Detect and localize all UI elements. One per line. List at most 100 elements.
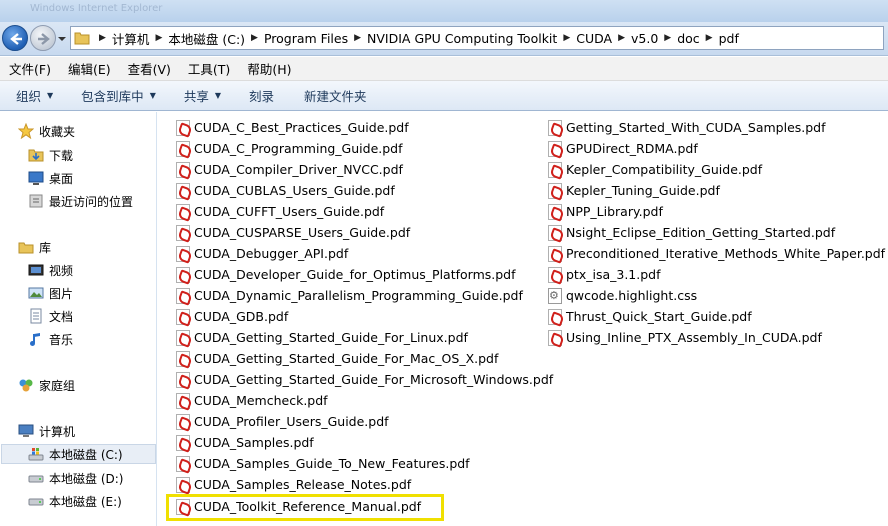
file-item[interactable]: CUDA_Developer_Guide_for_Optimus_Platfor… — [176, 264, 516, 285]
breadcrumb-doc[interactable]: doc — [677, 31, 699, 46]
sidebar-item-pictures[interactable]: 图片 — [28, 283, 148, 303]
file-item[interactable]: Thrust_Quick_Start_Guide.pdf — [548, 306, 752, 327]
file-item[interactable]: CUDA_C_Programming_Guide.pdf — [176, 138, 403, 159]
file-item[interactable]: CUDA_Samples_Release_Notes.pdf — [176, 474, 411, 495]
menu-tools[interactable]: 工具(T) — [179, 59, 238, 78]
burn-button[interactable]: 刻录 — [241, 86, 282, 105]
file-item[interactable]: CUDA_Samples.pdf — [176, 432, 314, 453]
new-folder-button[interactable]: 新建文件夹 — [296, 86, 375, 105]
chevron-right-icon[interactable]: ▶ — [245, 33, 264, 43]
chevron-right-icon[interactable]: ▶ — [93, 33, 112, 43]
file-item[interactable]: CUDA_Dynamic_Parallelism_Programming_Gui… — [176, 285, 523, 306]
file-item[interactable]: CUDA_Getting_Started_Guide_For_Mac_OS_X.… — [176, 348, 498, 369]
file-item[interactable]: CUDA_Debugger_API.pdf — [176, 243, 348, 264]
sidebar-item-favorites[interactable]: 收藏夹 — [17, 121, 148, 141]
chevron-right-icon[interactable]: ▶ — [700, 33, 719, 43]
menu-view[interactable]: 查看(V) — [119, 59, 179, 78]
file-name: CUDA_Getting_Started_Guide_For_Mac_OS_X.… — [194, 351, 499, 366]
chevron-right-icon[interactable]: ▶ — [658, 33, 677, 43]
file-item[interactable]: CUDA_Memcheck.pdf — [176, 390, 328, 411]
breadcrumb-program-files[interactable]: Program Files — [264, 31, 348, 46]
file-item[interactable]: NPP_Library.pdf — [548, 201, 663, 222]
chevron-right-icon[interactable]: ▶ — [149, 33, 168, 43]
pdf-file-icon — [548, 266, 562, 283]
sidebar-item-drive-d[interactable]: 本地磁盘 (D:) — [28, 468, 156, 488]
file-item[interactable]: CUDA_Getting_Started_Guide_For_Microsoft… — [176, 369, 553, 390]
file-item[interactable]: CUDA_CUFFT_Users_Guide.pdf — [176, 201, 384, 222]
pdf-file-icon — [176, 308, 190, 325]
back-button[interactable] — [2, 25, 28, 51]
file-name: CUDA_Getting_Started_Guide_For_Linux.pdf — [194, 330, 468, 345]
pdf-file-icon — [548, 308, 562, 325]
file-item[interactable]: Using_Inline_PTX_Assembly_In_CUDA.pdf — [548, 327, 822, 348]
window-title: Windows Internet Explorer — [30, 3, 163, 14]
chevron-right-icon[interactable]: ▶ — [557, 33, 576, 43]
file-item[interactable]: CUDA_CUSPARSE_Users_Guide.pdf — [176, 222, 410, 243]
include-in-library-button[interactable]: 包含到库中 ▼ — [73, 86, 164, 105]
organize-button[interactable]: 组织 ▼ — [8, 86, 61, 105]
file-name: CUDA_Debugger_API.pdf — [194, 246, 349, 261]
file-item[interactable]: CUDA_Samples_Guide_To_New_Features.pdf — [176, 453, 470, 474]
file-item[interactable]: Getting_Started_With_CUDA_Samples.pdf — [548, 117, 826, 138]
file-item[interactable]: CUDA_GDB.pdf — [176, 306, 288, 327]
file-item[interactable]: Kepler_Tuning_Guide.pdf — [548, 180, 720, 201]
file-item[interactable]: Kepler_Compatibility_Guide.pdf — [548, 159, 762, 180]
chevron-right-icon[interactable]: ▶ — [612, 33, 631, 43]
file-name: CUDA_Profiler_Users_Guide.pdf — [194, 414, 389, 429]
forward-button[interactable] — [30, 25, 56, 51]
chevron-right-icon[interactable]: ▶ — [348, 33, 367, 43]
file-item[interactable]: GPUDirect_RDMA.pdf — [548, 138, 698, 159]
address-bar[interactable]: ▶ 计算机 ▶ 本地磁盘 (C:) ▶ Program Files ▶ NVID… — [70, 26, 884, 50]
desktop-icon — [28, 170, 44, 186]
library-icon — [18, 239, 34, 255]
pdf-file-icon — [176, 266, 190, 283]
pdf-file-icon — [176, 476, 190, 493]
sidebar-item-documents[interactable]: 文档 — [28, 306, 148, 326]
sidebar-label: 桌面 — [49, 171, 74, 186]
pdf-file-icon — [176, 203, 190, 220]
sidebar-item-music[interactable]: 音乐 — [28, 329, 148, 349]
pdf-file-icon — [176, 392, 190, 409]
file-item[interactable]: CUDA_Compiler_Driver_NVCC.pdf — [176, 159, 403, 180]
sidebar-item-downloads[interactable]: 下载 — [28, 145, 148, 165]
sidebar-item-computer[interactable]: 计算机 — [18, 421, 148, 441]
breadcrumb-v5[interactable]: v5.0 — [631, 31, 658, 46]
share-button[interactable]: 共享 ▼ — [176, 86, 229, 105]
breadcrumb-computer[interactable]: 计算机 — [112, 29, 150, 48]
menu-help[interactable]: 帮助(H) — [238, 59, 299, 78]
file-item[interactable]: Preconditioned_Iterative_Methods_White_P… — [548, 243, 885, 264]
sidebar-item-drive-c[interactable]: 本地磁盘 (C:) — [1, 444, 156, 464]
file-name: Kepler_Tuning_Guide.pdf — [566, 183, 720, 198]
sidebar-item-desktop[interactable]: 桌面 — [28, 168, 148, 188]
sidebar-item-drive-e[interactable]: 本地磁盘 (E:) — [28, 491, 156, 511]
file-name: Kepler_Compatibility_Guide.pdf — [566, 162, 763, 177]
file-item[interactable]: ptx_isa_3.1.pdf — [548, 264, 661, 285]
sidebar-label: 库 — [39, 240, 52, 255]
file-item[interactable]: CUDA_Profiler_Users_Guide.pdf — [176, 411, 389, 432]
breadcrumb-drive-c[interactable]: 本地磁盘 (C:) — [168, 29, 245, 48]
file-item[interactable]: CUDA_C_Best_Practices_Guide.pdf — [176, 117, 409, 138]
breadcrumb-nvidia-toolkit[interactable]: NVIDIA GPU Computing Toolkit — [367, 31, 557, 46]
file-item[interactable]: CUDA_Getting_Started_Guide_For_Linux.pdf — [176, 327, 468, 348]
file-name: CUDA_Samples.pdf — [194, 435, 314, 450]
file-name: qwcode.highlight.css — [566, 288, 698, 303]
command-toolbar: 组织 ▼ 包含到库中 ▼ 共享 ▼ 刻录 新建文件夹 — [0, 81, 888, 111]
sidebar-item-recent-places[interactable]: 最近访问的位置 — [28, 191, 156, 211]
title-bar: Windows Internet Explorer — [0, 0, 888, 22]
recent-pages-dropdown-icon[interactable] — [58, 35, 66, 43]
sidebar-item-videos[interactable]: 视频 — [28, 260, 148, 280]
breadcrumb-pdf[interactable]: pdf — [719, 31, 739, 46]
file-name: CUDA_CUBLAS_Users_Guide.pdf — [194, 183, 395, 198]
sidebar-item-homegroup[interactable]: 家庭组 — [18, 375, 148, 395]
file-name: NPP_Library.pdf — [566, 204, 663, 219]
breadcrumb-cuda[interactable]: CUDA — [576, 31, 612, 46]
file-item[interactable]: CUDA_CUBLAS_Users_Guide.pdf — [176, 180, 395, 201]
menu-edit[interactable]: 编辑(E) — [59, 59, 119, 78]
file-name: CUDA_Compiler_Driver_NVCC.pdf — [194, 162, 403, 177]
file-item[interactable]: qwcode.highlight.css — [548, 285, 697, 306]
pdf-file-icon — [176, 140, 190, 157]
arrow-left-icon — [10, 33, 22, 45]
file-item[interactable]: Nsight_Eclipse_Edition_Getting_Started.p… — [548, 222, 835, 243]
menu-file[interactable]: 文件(F) — [0, 59, 59, 78]
sidebar-item-libraries[interactable]: 库 — [18, 237, 148, 257]
